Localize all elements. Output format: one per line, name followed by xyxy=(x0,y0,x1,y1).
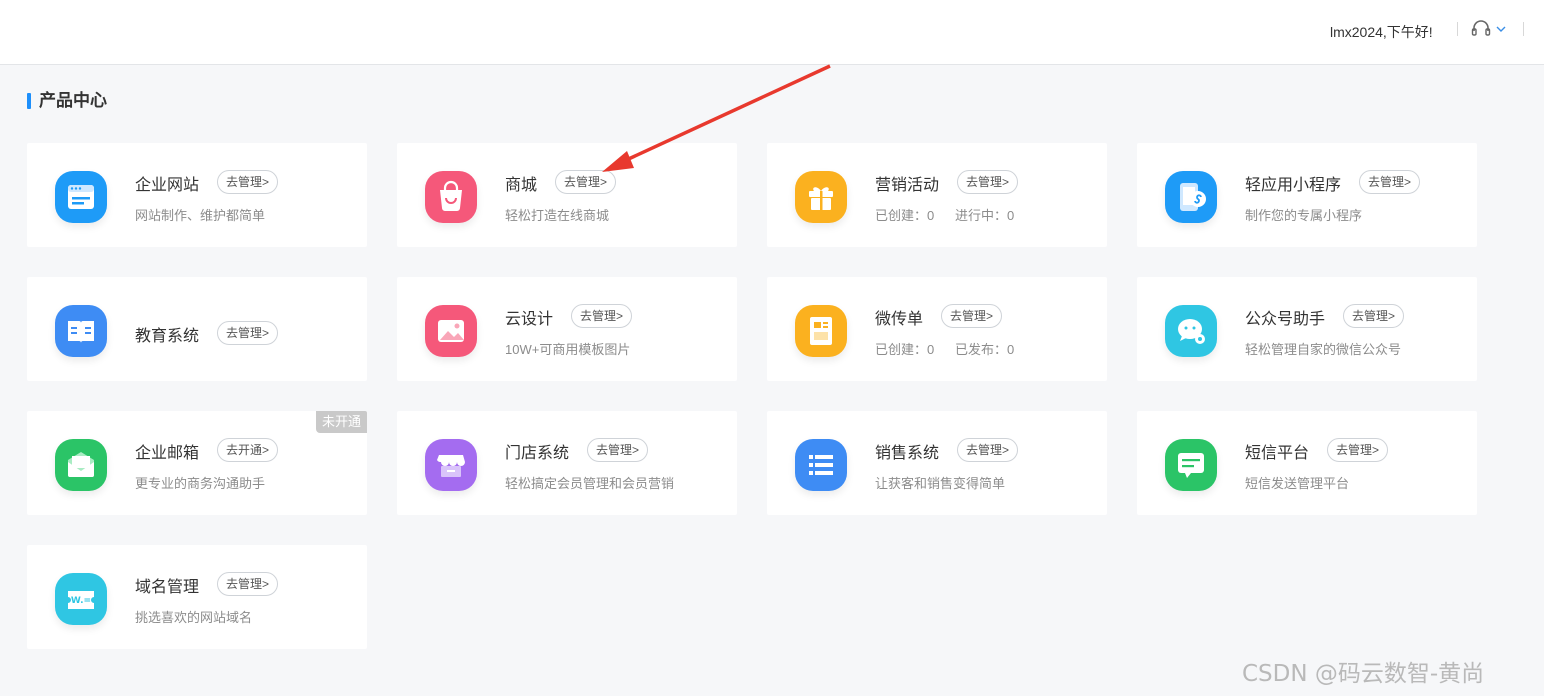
manage-button[interactable]: 去管理> xyxy=(941,304,1003,328)
card-title: 轻应用小程序 xyxy=(1245,177,1342,194)
list-icon xyxy=(795,439,847,491)
card-title: 企业网站 xyxy=(135,177,200,194)
divider xyxy=(1457,22,1458,36)
divider xyxy=(1523,22,1524,36)
card-title: 教育系统 xyxy=(135,328,200,345)
product-card-marketing[interactable]: 营销活动 去管理> 已创建：0 进行中：0 xyxy=(767,143,1107,247)
wechat-icon xyxy=(1165,305,1217,357)
product-card-education[interactable]: 教育系统 去管理> xyxy=(27,277,367,381)
product-card-domain[interactable]: W.= 域名管理 去管理> 挑选喜欢的网站域名 xyxy=(27,545,367,649)
headset-icon[interactable] xyxy=(1470,19,1492,39)
product-card-sms[interactable]: 短信平台 去管理> 短信发送管理平台 xyxy=(1137,411,1477,515)
product-card-sales[interactable]: 销售系统 去管理> 让获客和销售变得简单 xyxy=(767,411,1107,515)
manage-button[interactable]: 去管理> xyxy=(217,170,279,194)
product-card-cloud-design[interactable]: 云设计 去管理> 10W+可商用模板图片 xyxy=(397,277,737,381)
product-card-mall[interactable]: 商城 去管理> 轻松打造在线商城 xyxy=(397,143,737,247)
card-description: 挑选喜欢的网站域名 xyxy=(135,610,253,625)
manage-button[interactable]: 去管理> xyxy=(957,170,1019,194)
sms-icon xyxy=(1165,439,1217,491)
card-description: 网站制作、维护都简单 xyxy=(135,208,266,223)
mini-program-icon xyxy=(1165,171,1217,223)
product-card-mini-program[interactable]: 轻应用小程序 去管理> 制作您的专属小程序 xyxy=(1137,143,1477,247)
mail-icon xyxy=(55,439,107,491)
activate-button[interactable]: 去开通> xyxy=(217,438,279,462)
gift-icon xyxy=(795,171,847,223)
created-count: 已创建：0 xyxy=(875,208,935,223)
product-card-website[interactable]: 企业网站 去管理> 网站制作、维护都简单 xyxy=(27,143,367,247)
chevron-down-icon[interactable] xyxy=(1495,24,1507,34)
card-description: 轻松管理自家的微信公众号 xyxy=(1245,342,1402,357)
card-title: 营销活动 xyxy=(875,177,940,194)
card-description: 制作您的专属小程序 xyxy=(1245,208,1363,223)
card-title: 销售系统 xyxy=(875,445,940,462)
store-icon xyxy=(425,439,477,491)
card-description: 轻松打造在线商城 xyxy=(505,208,610,223)
manage-button[interactable]: 去管理> xyxy=(555,170,617,194)
card-title: 企业邮箱 xyxy=(135,445,200,462)
card-title: 商城 xyxy=(505,177,538,194)
user-greeting[interactable]: lmx2024,下午好! xyxy=(1330,22,1433,42)
created-count: 已创建：0 xyxy=(875,342,935,357)
website-icon xyxy=(55,171,107,223)
card-description: 让获客和销售变得简单 xyxy=(875,476,1006,491)
product-card-flyer[interactable]: 微传单 去管理> 已创建：0 已发布：0 xyxy=(767,277,1107,381)
card-title: 域名管理 xyxy=(135,579,200,596)
card-title: 云设计 xyxy=(505,311,554,328)
manage-button[interactable]: 去管理> xyxy=(1359,170,1421,194)
card-description: 短信发送管理平台 xyxy=(1245,476,1350,491)
svg-text:W.=: W.= xyxy=(71,596,91,606)
image-icon xyxy=(425,305,477,357)
card-description: 轻松搞定会员管理和会员营销 xyxy=(505,476,675,491)
published-count: 已发布：0 xyxy=(955,342,1015,357)
product-card-enterprise-mail[interactable]: 未开通 企业邮箱 去开通> 更专业的商务沟通助手 xyxy=(27,411,367,515)
card-title: 微传单 xyxy=(875,311,924,328)
flyer-icon xyxy=(795,305,847,357)
watermark: CSDN @码云数智-黄尚 xyxy=(1242,661,1485,687)
domain-icon: W.= xyxy=(55,573,107,625)
status-badge: 未开通 xyxy=(315,411,367,433)
card-title: 门店系统 xyxy=(505,445,570,462)
manage-button[interactable]: 去管理> xyxy=(1327,438,1389,462)
product-card-wechat-assistant[interactable]: 公众号助手 去管理> 轻松管理自家的微信公众号 xyxy=(1137,277,1477,381)
book-icon xyxy=(55,305,107,357)
shopping-bag-icon xyxy=(425,171,477,223)
card-description: 更专业的商务沟通助手 xyxy=(135,476,266,491)
running-count: 进行中：0 xyxy=(955,208,1015,223)
manage-button[interactable]: 去管理> xyxy=(1343,304,1405,328)
card-title: 公众号助手 xyxy=(1245,311,1326,328)
manage-button[interactable]: 去管理> xyxy=(217,572,279,596)
card-description: 10W+可商用模板图片 xyxy=(505,342,631,357)
product-card-store[interactable]: 门店系统 去管理> 轻松搞定会员管理和会员营销 xyxy=(397,411,737,515)
card-title: 短信平台 xyxy=(1245,445,1310,462)
manage-button[interactable]: 去管理> xyxy=(587,438,649,462)
top-bar: lmx2024,下午好! xyxy=(0,0,1544,65)
manage-button[interactable]: 去管理> xyxy=(217,321,279,345)
manage-button[interactable]: 去管理> xyxy=(957,438,1019,462)
manage-button[interactable]: 去管理> xyxy=(571,304,633,328)
section-title: 产品中心 xyxy=(27,90,107,112)
